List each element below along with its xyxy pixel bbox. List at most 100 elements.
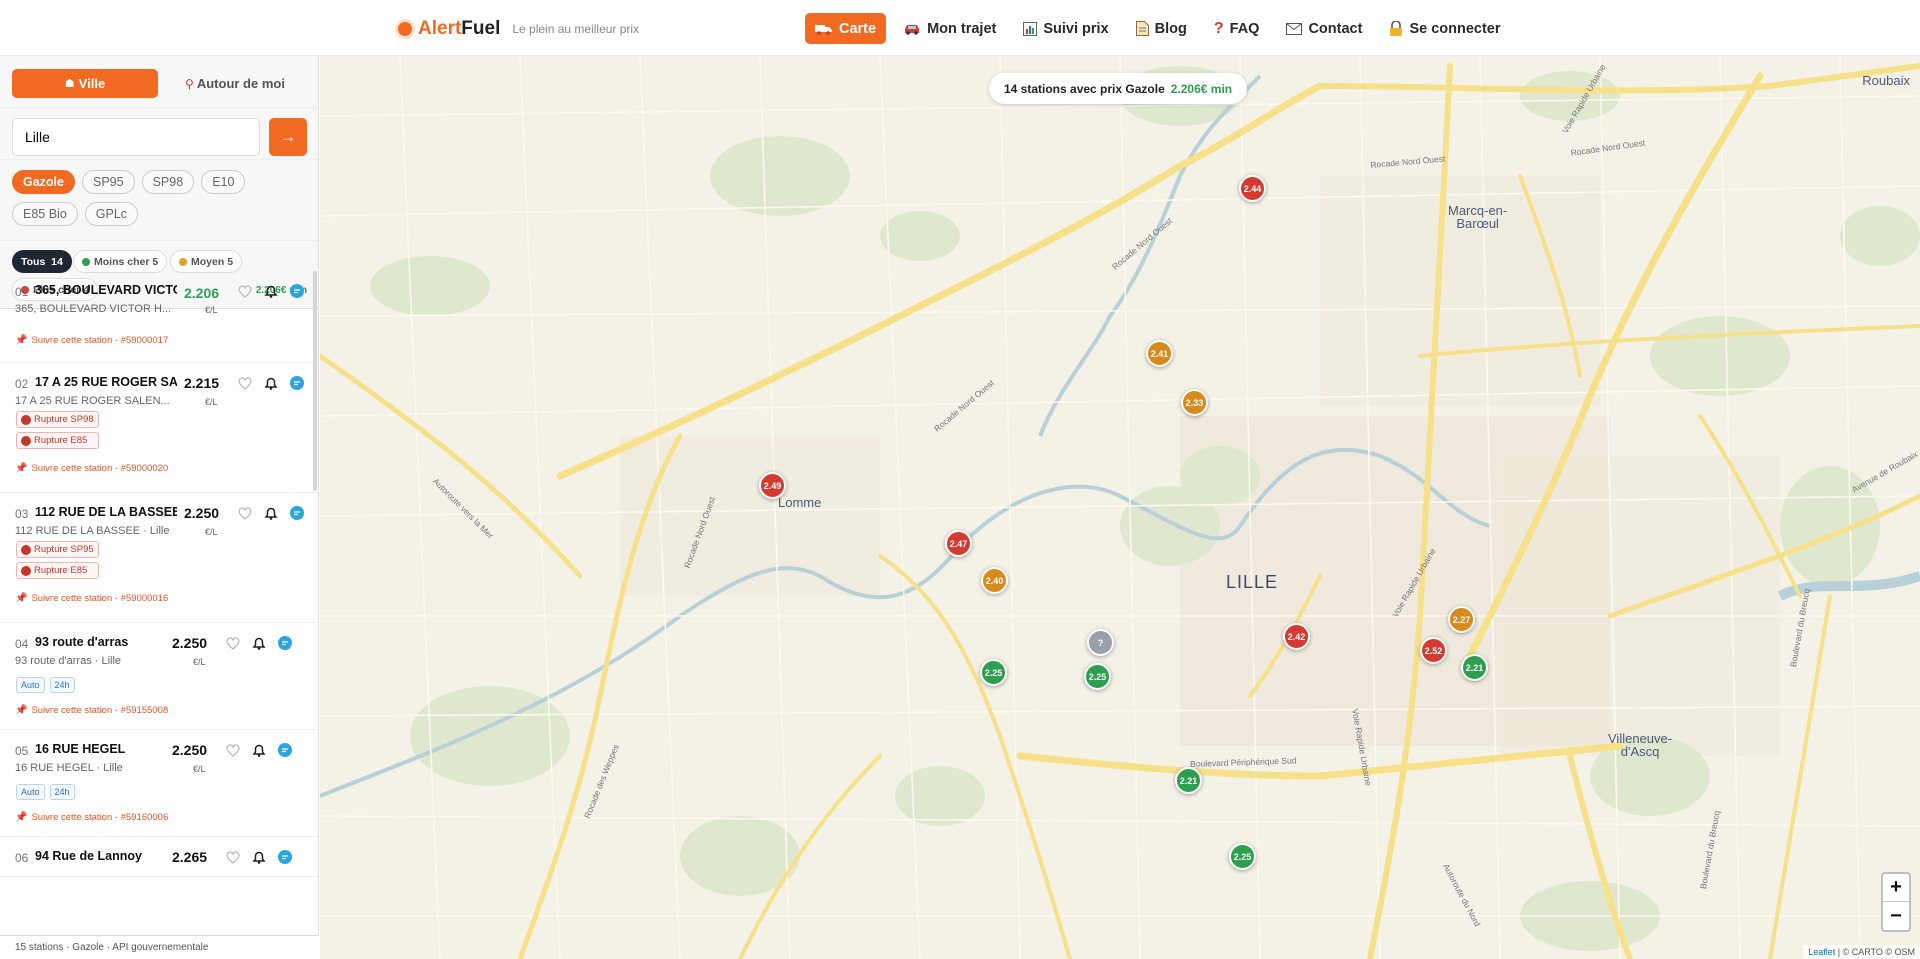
station-row[interactable]: 04 93 route d'arras 93 route d'arras · Lil… [0, 623, 319, 730]
station-badges: Auto 24h [16, 677, 80, 693]
station-rank: 04 [15, 637, 29, 651]
map-attribution: Leaflet | © CARTO © OSM [1803, 945, 1920, 959]
nav-carte[interactable]: Carte [805, 13, 887, 44]
follow-station-text: Suivre cette station · #59000020 [31, 463, 169, 474]
sidebar-footer: 15 stations · Gazole · API gouvernementa… [0, 935, 319, 959]
fuel-chip-e85-bio[interactable]: E85 Bio [12, 202, 78, 226]
city-icon: ☗ [64, 78, 75, 90]
station-marker[interactable]: 2.27 [1448, 606, 1475, 633]
filter-moyen[interactable]: Moyen 5 [170, 250, 243, 273]
list-scrollbar[interactable] [313, 271, 317, 491]
fuel-chip-e10[interactable]: E10 [201, 170, 246, 194]
station-row[interactable]: 06 94 Rue de Lannoy 2.265 [0, 837, 319, 877]
station-list: 01 365, BOULEVARD VICTO 365, BOULEVARD VIC… [0, 271, 319, 935]
rupture-badge: Rupture E85 [16, 562, 99, 579]
station-marker[interactable]: ? [1087, 629, 1114, 656]
zoom-in-button[interactable]: + [1883, 874, 1909, 902]
price-unit: €/L [205, 397, 218, 407]
chat-icon[interactable] [277, 635, 293, 651]
search-go-button[interactable]: → [269, 118, 307, 156]
nav-se-connecter[interactable]: Se connecter [1379, 13, 1510, 44]
nav-contact[interactable]: Contact [1276, 13, 1372, 44]
station-marker[interactable]: 2.25 [1084, 663, 1111, 690]
pushpin-icon: 📌 [15, 705, 28, 716]
brand-logo[interactable]: Alert Fuel Le plein au meilleur prix [398, 18, 639, 40]
station-marker[interactable]: 2.41 [1146, 340, 1173, 367]
follow-station-text: Suivre cette station · #59155008 [31, 705, 169, 716]
chat-icon[interactable] [289, 505, 305, 521]
alert-bell-icon[interactable] [263, 375, 279, 391]
follow-station-link[interactable]: 📌 Suivre cette station · #59160006 [15, 812, 168, 823]
chat-icon[interactable] [277, 742, 293, 758]
service-badge: Auto [16, 784, 45, 800]
nav-suivi-prix[interactable]: Suivi prix [1013, 13, 1118, 44]
station-row[interactable]: 02 17 A 25 RUE ROGER SAL 17 A 25 RUE ROGER… [0, 363, 319, 493]
alert-bell-icon[interactable] [251, 849, 267, 865]
leaflet-link[interactable]: Leaflet [1808, 947, 1835, 957]
station-marker[interactable]: 2.21 [1461, 654, 1488, 681]
nav-carte-label: Carte [839, 20, 877, 37]
place-lille: LILLE [1226, 572, 1279, 592]
rupture-label: Rupture E85 [34, 565, 88, 576]
favorite-heart-icon[interactable] [225, 635, 241, 651]
pushpin-icon: 📌 [15, 335, 28, 346]
station-marker[interactable]: 2.52 [1420, 637, 1447, 664]
station-marker[interactable]: 2.40 [981, 567, 1008, 594]
mode-ville-label: Ville [78, 76, 106, 91]
station-row[interactable]: 05 16 RUE HEGEL 16 RUE HEGEL · Lille 2.250 €… [0, 730, 319, 837]
alert-bell-icon[interactable] [263, 283, 279, 299]
station-marker[interactable]: 2.47 [945, 530, 972, 557]
mail-icon [1286, 22, 1303, 35]
mode-autour-button[interactable]: ⚲ Autour de moi [170, 69, 300, 98]
favorite-heart-icon[interactable] [237, 283, 253, 299]
mode-ville-button[interactable]: ☗ Ville [12, 69, 158, 98]
station-name: 94 Rue de Lannoy [35, 849, 142, 863]
chat-icon[interactable] [277, 849, 293, 865]
filter-tous[interactable]: Tous 14 [12, 250, 72, 273]
station-marker[interactable]: 2.33 [1181, 389, 1208, 416]
favorite-heart-icon[interactable] [237, 505, 253, 521]
station-rank: 06 [15, 851, 29, 865]
follow-station-link[interactable]: 📌 Suivre cette station · #59000020 [15, 463, 168, 474]
fuel-chip-gplc[interactable]: GPLc [84, 202, 139, 226]
favorite-heart-icon[interactable] [237, 375, 253, 391]
fuel-chip-sp95[interactable]: SP95 [82, 170, 135, 194]
station-row[interactable]: 03 112 RUE DE LA BASSEE 112 RUE DE LA BASS… [0, 493, 319, 623]
station-marker[interactable]: 2.25 [980, 659, 1007, 686]
zoom-out-button[interactable]: − [1883, 902, 1909, 930]
place-villeneuve-dascq: Villeneuve- d'Ascq [1608, 731, 1673, 759]
station-marker[interactable]: 2.21 [1175, 767, 1202, 794]
map-view[interactable]: 14 stations avec prix Gazole 2.206€ min … [320, 56, 1920, 959]
station-rank: 03 [15, 507, 29, 521]
fuel-chip-gazole[interactable]: Gazole [12, 170, 75, 194]
filter-moins-count: 5 [152, 255, 159, 268]
follow-station-link[interactable]: 📌 Suivre cette station · #59155008 [15, 705, 168, 716]
station-price: 2.250 [184, 505, 220, 521]
follow-station-link[interactable]: 📌 Suivre cette station · #59000016 [15, 593, 168, 604]
chat-icon[interactable] [289, 283, 305, 299]
station-address: 365, BOULEVARD VICTOR H... [15, 303, 172, 315]
nav-faq[interactable]: ? FAQ [1204, 13, 1270, 44]
station-row[interactable]: 01 365, BOULEVARD VICTO 365, BOULEVARD VIC… [0, 271, 319, 363]
alert-bell-icon[interactable] [251, 635, 267, 651]
favorite-heart-icon[interactable] [225, 742, 241, 758]
favorite-heart-icon[interactable] [225, 849, 241, 865]
follow-station-link[interactable]: 📌 Suivre cette station · #59000017 [15, 335, 168, 346]
chat-icon[interactable] [289, 375, 305, 391]
filter-moins-cher[interactable]: Moins cher 5 [73, 250, 168, 273]
fuel-chip-sp98[interactable]: SP98 [141, 170, 195, 194]
warning-dot-icon [21, 565, 31, 576]
station-marker[interactable]: 2.44 [1239, 175, 1266, 202]
city-search-input[interactable] [12, 118, 260, 156]
station-marker[interactable]: 2.42 [1283, 623, 1310, 650]
station-marker[interactable]: 2.25 [1229, 843, 1256, 870]
station-marker[interactable]: 2.49 [759, 472, 786, 499]
alert-bell-icon[interactable] [263, 505, 279, 521]
car-icon [903, 23, 921, 35]
filter-moins-label: Moins cher [94, 255, 150, 268]
station-rank: 02 [15, 377, 29, 391]
alert-bell-icon[interactable] [251, 742, 267, 758]
fuel-type-selector: Gazole SP95 SP98 E10 E85 Bio GPLc [0, 160, 318, 241]
nav-mon-trajet[interactable]: Mon trajet [893, 13, 1006, 44]
nav-blog[interactable]: Blog [1126, 13, 1197, 44]
